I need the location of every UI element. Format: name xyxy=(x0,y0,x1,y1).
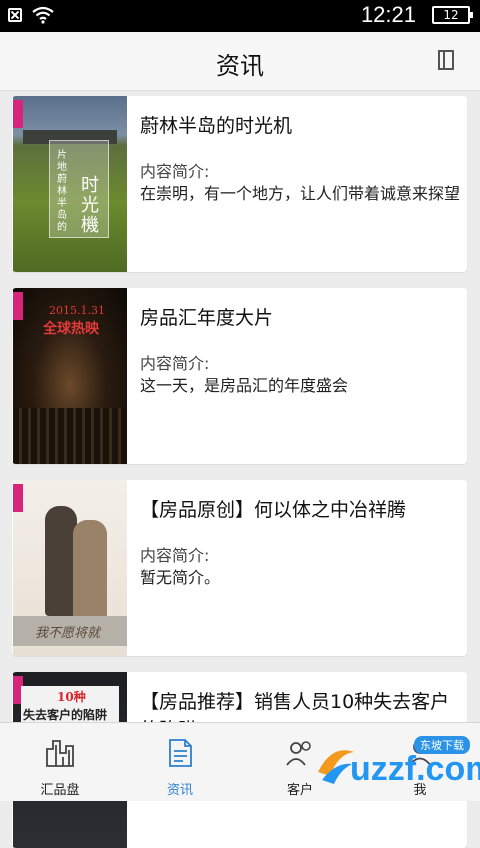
notification-close-icon xyxy=(8,8,22,22)
news-title: 房品汇年度大片 xyxy=(140,307,274,329)
document-icon xyxy=(169,739,192,767)
summary-label: 内容简介: xyxy=(140,546,210,565)
news-thumbnail: 我不愿将就 xyxy=(13,480,127,656)
watermark-logo: 东坡下载 uzzf.com xyxy=(312,736,480,790)
battery-icon: 12 xyxy=(432,6,473,24)
nav-label: 汇品盘 xyxy=(40,783,80,798)
news-card[interactable]: 2015.1.31 全球热映 房品汇年度大片 内容简介: 这一天，是房品汇的年度… xyxy=(12,288,467,464)
news-card[interactable]: 我不愿将就 【房品原创】何以体之中冶祥腾 内容简介: 暂无简介。 xyxy=(12,480,467,656)
news-title: 蔚林半岛的时光机 xyxy=(140,115,293,137)
news-summary: 在崇明，有一个地方，让人们带着诚意来探望 xyxy=(140,184,461,203)
thumb-subcaption: 2015.1.31 xyxy=(49,304,105,317)
summary-label: 内容简介: xyxy=(140,162,210,181)
page-title: 资讯 xyxy=(216,52,264,80)
news-title: 【房品原创】何以体之中冶祥腾 xyxy=(140,499,407,521)
category-tag xyxy=(13,100,23,128)
thumb-crowd xyxy=(13,408,127,464)
thumb-caption: 时光機 xyxy=(81,175,99,236)
status-bar: 12:21 12 xyxy=(0,0,480,32)
news-summary: 暂无简介。 xyxy=(140,568,221,587)
sidebar-toggle-icon[interactable] xyxy=(438,50,454,70)
thumb-caption: 失去客户的陷阱 xyxy=(23,708,108,722)
summary-label: 内容简介: xyxy=(140,354,210,373)
news-thumbnail: 2015.1.31 全球热映 xyxy=(13,288,127,464)
watermark-text: uzzf.com xyxy=(350,750,480,788)
nav-item-huipinpan[interactable]: 汇品盘 xyxy=(0,723,120,801)
thumb-figure xyxy=(73,520,107,620)
thumb-subcaption: 10种 xyxy=(57,690,86,704)
app-header: 资讯 xyxy=(0,32,480,91)
nav-label: 资讯 xyxy=(166,783,193,798)
news-card[interactable]: 时光機 片地蔚林半岛的 蔚林半岛的时光机 内容简介: 在崇明，有一个地方，让人们… xyxy=(12,96,467,272)
wifi-icon xyxy=(32,6,54,24)
category-tag xyxy=(13,484,23,512)
thumb-caption: 我不愿将就 xyxy=(35,626,101,641)
building-icon xyxy=(46,740,74,767)
category-tag xyxy=(13,292,23,320)
nav-item-news[interactable]: 资讯 xyxy=(120,723,240,801)
thumb-caption: 全球热映 xyxy=(43,321,99,337)
news-thumbnail: 时光機 片地蔚林半岛的 xyxy=(13,96,127,272)
status-time: 12:21 xyxy=(360,2,416,27)
news-summary: 这一天，是房品汇的年度盛会 xyxy=(140,376,349,395)
thumb-subcaption: 片地蔚林半岛的 xyxy=(57,150,67,233)
